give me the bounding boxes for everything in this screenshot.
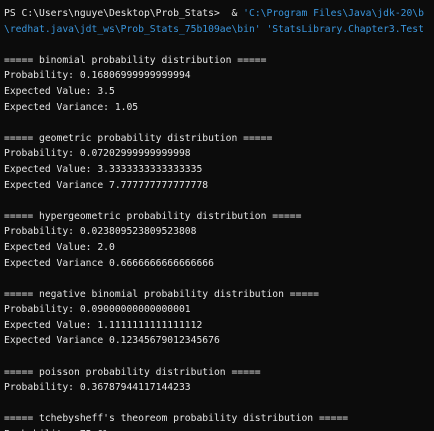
section-header: ===== negative binomial probability dist…: [4, 288, 319, 300]
output-line: Expected Variance 7.777777777777778: [4, 179, 209, 191]
output-line: Expected Value: 3.3333333333333335: [4, 163, 203, 175]
output-line: Probability: 0.09000000000000001: [4, 304, 191, 316]
section-header: ===== hypergeometric probability distrib…: [4, 210, 302, 222]
output-line: Expected Value: 3.5: [4, 85, 115, 97]
java-executable-path: 'C:\Program Files\Java\jdk-20\b: [243, 8, 424, 19]
section-header: ===== poisson probability distribution =…: [4, 366, 261, 378]
prompt: PS C:\Users\nguye\Desktop\Prob_Stats>: [4, 8, 220, 19]
output-line: Expected Variance: 1.05: [4, 101, 139, 113]
command-arguments: \redhat.java\jdt_ws\Prob_Stats_75b109ae\…: [4, 23, 424, 35]
command-line: PS C:\Users\nguye\Desktop\Prob_Stats> & …: [4, 6, 434, 22]
section-header: ===== geometric probability distribution…: [4, 132, 273, 144]
program-output: ===== binomial probability distribution …: [4, 37, 434, 431]
output-line: Probability: 0.07202999999999998: [4, 148, 191, 160]
terminal-window[interactable]: PS C:\Users\nguye\Desktop\Prob_Stats> & …: [0, 0, 434, 431]
output-line: Probability: 0.023809523809523808: [4, 226, 197, 238]
section-header: ===== binomial probability distribution …: [4, 54, 267, 66]
output-line: Probability: 75.0%: [4, 427, 434, 431]
output-line: Probability: 0.36787944117144233: [4, 382, 191, 394]
output-line: Expected Variance 0.6666666666666666: [4, 257, 214, 269]
output-line: Probability: 0.16806999999999994: [4, 70, 191, 82]
output-line: Expected Variance 0.12345679012345676: [4, 335, 220, 347]
terminal-output: PS C:\Users\nguye\Desktop\Prob_Stats> & …: [4, 6, 434, 431]
output-line: Expected Value: 1.1111111111111112: [4, 319, 203, 331]
output-line: Expected Value: 2.0: [4, 241, 115, 253]
command-line-continuation: \redhat.java\jdt_ws\Prob_Stats_75b109ae\…: [4, 22, 434, 38]
section-header: ===== tchebysheff's theoreom probability…: [4, 413, 349, 425]
